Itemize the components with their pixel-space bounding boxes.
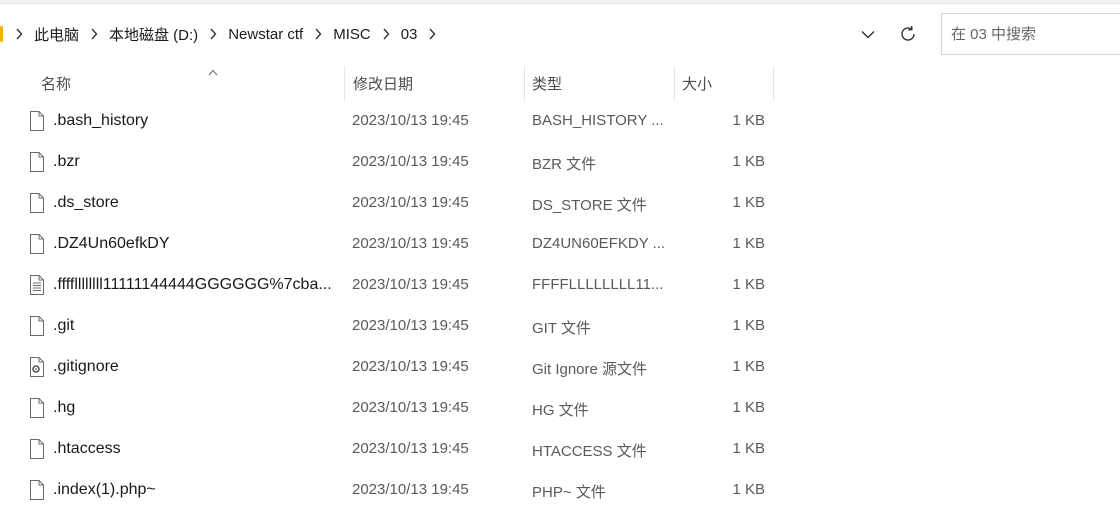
file-size: 1 KB xyxy=(732,194,765,211)
blank-file-icon xyxy=(29,398,45,418)
chevron-right-icon[interactable] xyxy=(85,25,103,43)
blank-file-icon xyxy=(29,234,45,254)
file-row[interactable]: .hg 2023/10/13 19:45 HG 文件 1 KB xyxy=(0,388,1120,429)
file-date: 2023/10/13 19:45 xyxy=(352,317,469,334)
file-size: 1 KB xyxy=(732,235,765,252)
file-row[interactable]: .bash_history 2023/10/13 19:45 BASH_HIST… xyxy=(0,101,1120,142)
file-row[interactable]: .gitignore 2023/10/13 19:45 Git Ignore 源… xyxy=(0,347,1120,388)
file-name: .git xyxy=(53,317,75,334)
file-date: 2023/10/13 19:45 xyxy=(352,235,469,252)
file-size: 1 KB xyxy=(732,440,765,457)
address-bar[interactable]: 此电脑 本地磁盘 (D:) Newstar ctf MISC 03 xyxy=(0,13,928,55)
column-header-name[interactable]: 名称 xyxy=(24,66,344,100)
file-type: HG 文件 xyxy=(532,402,589,419)
refresh-icon[interactable] xyxy=(888,14,928,54)
file-size: 1 KB xyxy=(732,317,765,334)
sort-ascending-icon xyxy=(208,63,218,80)
column-header-date[interactable]: 修改日期 xyxy=(344,66,524,100)
file-size: 1 KB xyxy=(732,481,765,498)
blank-file-icon xyxy=(29,152,45,172)
file-name: .hg xyxy=(53,399,76,416)
file-row[interactable]: .bzr 2023/10/13 19:45 BZR 文件 1 KB xyxy=(0,142,1120,183)
column-header-name-label: 名称 xyxy=(41,75,72,93)
blank-file-icon xyxy=(29,111,45,131)
file-date: 2023/10/13 19:45 xyxy=(352,481,469,498)
file-type: HTACCESS 文件 xyxy=(532,443,647,460)
column-header-type[interactable]: 类型 xyxy=(524,66,674,100)
file-size: 1 KB xyxy=(732,276,765,293)
file-name: .bash_history xyxy=(53,112,149,129)
file-name: .ds_store xyxy=(53,194,119,211)
file-type: DS_STORE 文件 xyxy=(532,197,647,214)
text-file-icon xyxy=(29,275,45,295)
file-row[interactable]: .index(1).php~ 2023/10/13 19:45 PHP~ 文件 … xyxy=(0,470,1120,511)
column-header-type-label: 类型 xyxy=(532,75,563,93)
file-date: 2023/10/13 19:45 xyxy=(352,399,469,416)
file-size: 1 KB xyxy=(732,153,765,170)
file-type: Git Ignore 源文件 xyxy=(532,361,648,378)
file-row[interactable]: .git 2023/10/13 19:45 GIT 文件 1 KB xyxy=(0,306,1120,347)
file-name: .ffffllllllll11111144444GGGGGG%7cba... xyxy=(53,276,332,293)
file-name: .gitignore xyxy=(53,358,119,375)
file-type: GIT 文件 xyxy=(532,320,591,337)
file-size: 1 KB xyxy=(732,358,765,375)
file-list: .bash_history 2023/10/13 19:45 BASH_HIST… xyxy=(0,101,1120,511)
file-size: 1 KB xyxy=(732,112,765,129)
file-row[interactable]: .ffffllllllll11111144444GGGGGG%7cba... 2… xyxy=(0,265,1120,306)
file-name: .htaccess xyxy=(53,440,121,457)
file-row[interactable]: .ds_store 2023/10/13 19:45 DS_STORE 文件 1… xyxy=(0,183,1120,224)
blank-file-icon xyxy=(29,193,45,213)
file-type: BASH_HISTORY ... xyxy=(532,112,664,129)
file-size: 1 KB xyxy=(732,399,765,416)
breadcrumb-misc[interactable]: MISC xyxy=(327,26,377,43)
file-row[interactable]: .DZ4Un60efkDY 2023/10/13 19:45 DZ4UN60EF… xyxy=(0,224,1120,265)
blank-file-icon xyxy=(29,439,45,459)
file-date: 2023/10/13 19:45 xyxy=(352,194,469,211)
breadcrumb-newstar-ctf[interactable]: Newstar ctf xyxy=(222,26,309,43)
chevron-right-icon[interactable] xyxy=(204,25,222,43)
file-name: .index(1).php~ xyxy=(53,481,156,498)
search-box[interactable] xyxy=(941,13,1120,55)
window-top-edge xyxy=(0,0,1120,4)
config-file-icon xyxy=(29,357,45,377)
file-date: 2023/10/13 19:45 xyxy=(352,153,469,170)
breadcrumb-03[interactable]: 03 xyxy=(395,26,424,43)
file-name: .DZ4Un60efkDY xyxy=(53,235,170,252)
file-type: FFFFLLLLLLLL11... xyxy=(532,276,664,293)
blank-file-icon xyxy=(29,316,45,336)
breadcrumb: 此电脑 本地磁盘 (D:) Newstar ctf MISC 03 xyxy=(10,24,441,45)
file-row[interactable]: .htaccess 2023/10/13 19:45 HTACCESS 文件 1… xyxy=(0,429,1120,470)
chevron-right-icon[interactable] xyxy=(377,25,395,43)
file-date: 2023/10/13 19:45 xyxy=(352,112,469,129)
file-date: 2023/10/13 19:45 xyxy=(352,358,469,375)
chevron-right-icon[interactable] xyxy=(423,25,441,43)
file-name: .bzr xyxy=(53,153,80,170)
file-type: BZR 文件 xyxy=(532,156,597,173)
file-date: 2023/10/13 19:45 xyxy=(352,276,469,293)
column-header-size[interactable]: 大小 xyxy=(674,66,774,100)
blank-file-icon xyxy=(29,480,45,500)
chevron-down-icon[interactable] xyxy=(848,14,888,54)
file-type: DZ4UN60EFKDY ... xyxy=(532,235,666,252)
breadcrumb-local-disk-d[interactable]: 本地磁盘 (D:) xyxy=(103,24,204,45)
column-header-date-label: 修改日期 xyxy=(353,75,414,93)
chevron-right-icon[interactable] xyxy=(10,25,28,43)
file-type: PHP~ 文件 xyxy=(532,484,606,501)
column-header: 名称 修改日期 类型 大小 xyxy=(0,66,1120,100)
file-date: 2023/10/13 19:45 xyxy=(352,440,469,457)
search-input[interactable] xyxy=(942,25,1120,43)
breadcrumb-this-pc[interactable]: 此电脑 xyxy=(28,24,85,45)
column-header-size-label: 大小 xyxy=(682,75,713,93)
chevron-right-icon[interactable] xyxy=(309,25,327,43)
